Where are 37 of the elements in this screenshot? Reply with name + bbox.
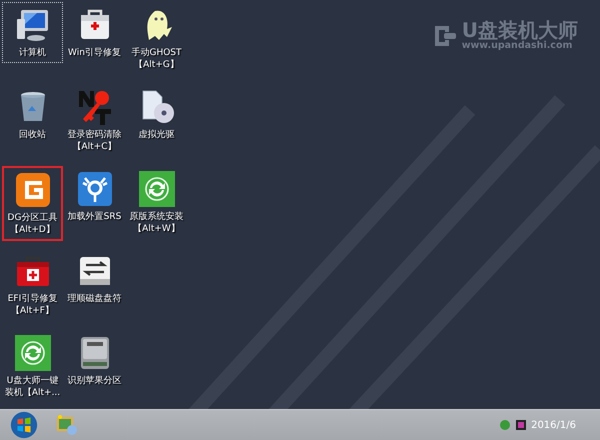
wallpaper-logo-url: www.upandashi.com bbox=[462, 40, 574, 51]
shortcut-label: 登录密码清除 【Alt+C】 bbox=[68, 129, 122, 153]
circular-arrows-icon bbox=[14, 335, 50, 371]
desktop-shortcut[interactable]: Win引导修复 bbox=[64, 2, 125, 63]
desktop-shortcut[interactable]: EFI引导修复 【Alt+F】 bbox=[2, 248, 63, 321]
desktop-shortcut[interactable]: 登录密码清除 【Alt+C】 bbox=[64, 84, 125, 157]
wallpaper-logo-title: U盘装机大师 bbox=[462, 20, 578, 40]
g-letter-logo-icon bbox=[14, 172, 50, 208]
computer-monitor-icon bbox=[14, 7, 50, 43]
shortcut-label: 虚拟光驱 bbox=[138, 129, 174, 141]
shortcut-label: 手动GHOST 【Alt+G】 bbox=[131, 47, 182, 71]
shortcut-label: U盘大师一键 装机【Alt+... bbox=[4, 375, 60, 399]
firewire-symbol-icon bbox=[76, 171, 112, 207]
shortcut-label: 识别苹果分区 bbox=[68, 375, 122, 387]
tray-app-icon[interactable] bbox=[515, 419, 528, 431]
shortcut-label: 原版系统安装 【Alt+W】 bbox=[130, 211, 184, 235]
shortcut-label: DG分区工具 【Alt+D】 bbox=[8, 212, 58, 236]
shortcut-label: 计算机 bbox=[19, 47, 46, 59]
desktop-shortcut[interactable]: U盘大师一键 装机【Alt+... bbox=[2, 330, 63, 403]
desktop-shortcut[interactable]: 手动GHOST 【Alt+G】 bbox=[126, 2, 187, 75]
desktop-shortcut[interactable]: 识别苹果分区 bbox=[64, 330, 125, 391]
shortcut-label: 回收站 bbox=[19, 129, 46, 141]
desktop-shortcut[interactable]: 虚拟光驱 bbox=[126, 84, 187, 145]
desktop-shortcut[interactable]: DG分区工具 【Alt+D】 bbox=[2, 166, 63, 241]
shortcut-label: 理顺磁盘盘符 bbox=[68, 293, 122, 305]
desktop-tools-icon[interactable] bbox=[56, 414, 78, 436]
desktop-shortcut[interactable]: 原版系统安装 【Alt+W】 bbox=[126, 166, 187, 239]
desktop-shortcut[interactable]: 加载外置SRS bbox=[64, 166, 125, 227]
start-orb-icon[interactable] bbox=[8, 410, 40, 440]
desktop-shortcut[interactable]: 理顺磁盘盘符 bbox=[64, 248, 125, 309]
shortcut-label: Win引导修复 bbox=[68, 47, 121, 59]
key-icon bbox=[76, 89, 112, 125]
shortcut-label: 加载外置SRS bbox=[68, 211, 122, 223]
desktop-shortcut[interactable]: 计算机 bbox=[2, 2, 63, 63]
shortcut-label: EFI引导修复 【Alt+F】 bbox=[8, 293, 58, 317]
circular-arrows-icon bbox=[138, 171, 174, 207]
desktop-shortcut[interactable]: 回收站 bbox=[2, 84, 63, 145]
